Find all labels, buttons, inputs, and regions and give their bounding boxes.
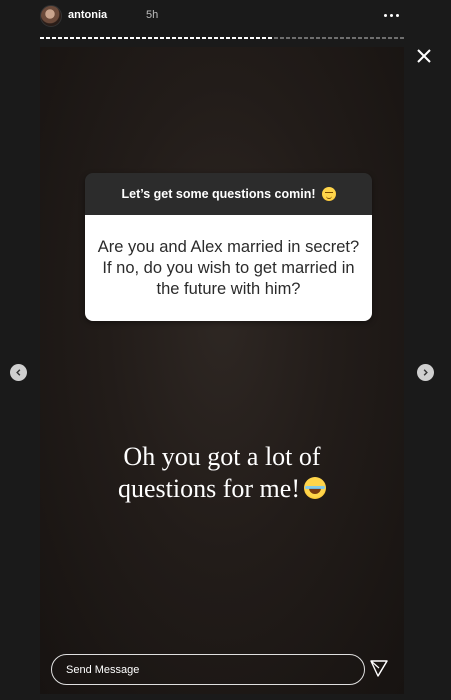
question-text: Are you and Alex married in secret? If n… — [97, 237, 360, 298]
progress-fill — [40, 37, 273, 39]
laughing-emoji-icon — [303, 477, 326, 499]
story-viewer: antonia 5h Let’s get some questions comi… — [0, 0, 451, 700]
question-sticker-answer: Are you and Alex married in secret? If n… — [85, 215, 372, 321]
paper-plane-icon[interactable] — [369, 658, 389, 678]
smirk-emoji-icon — [321, 187, 336, 201]
chevron-right-icon — [423, 369, 428, 376]
story-header: antonia 5h — [38, 4, 408, 28]
question-sticker[interactable]: Let’s get some questions comin! Are you … — [85, 173, 372, 321]
previous-story-button[interactable] — [10, 364, 27, 381]
avatar[interactable] — [40, 5, 62, 27]
caption-line-1: Oh you got a lot of — [123, 442, 321, 471]
story-caption: Oh you got a lot of questions for me! — [40, 441, 404, 505]
caption-line-2: questions for me! — [118, 474, 300, 503]
chevron-left-icon — [16, 369, 21, 376]
next-story-button[interactable] — [417, 364, 434, 381]
more-options-icon[interactable] — [382, 6, 400, 24]
question-sticker-prompt: Let’s get some questions comin! — [85, 173, 372, 215]
post-time: 5h — [146, 9, 159, 21]
story-progress-bar — [40, 36, 404, 40]
username[interactable]: antonia — [68, 9, 107, 21]
story-content[interactable]: Let’s get some questions comin! Are you … — [40, 47, 404, 694]
caption-line-2-wrapper: questions for me! — [40, 473, 404, 505]
question-prompt-text: Let’s get some questions comin! — [121, 187, 316, 201]
close-icon[interactable] — [413, 45, 435, 67]
send-message-input[interactable]: Send Message — [51, 654, 365, 685]
